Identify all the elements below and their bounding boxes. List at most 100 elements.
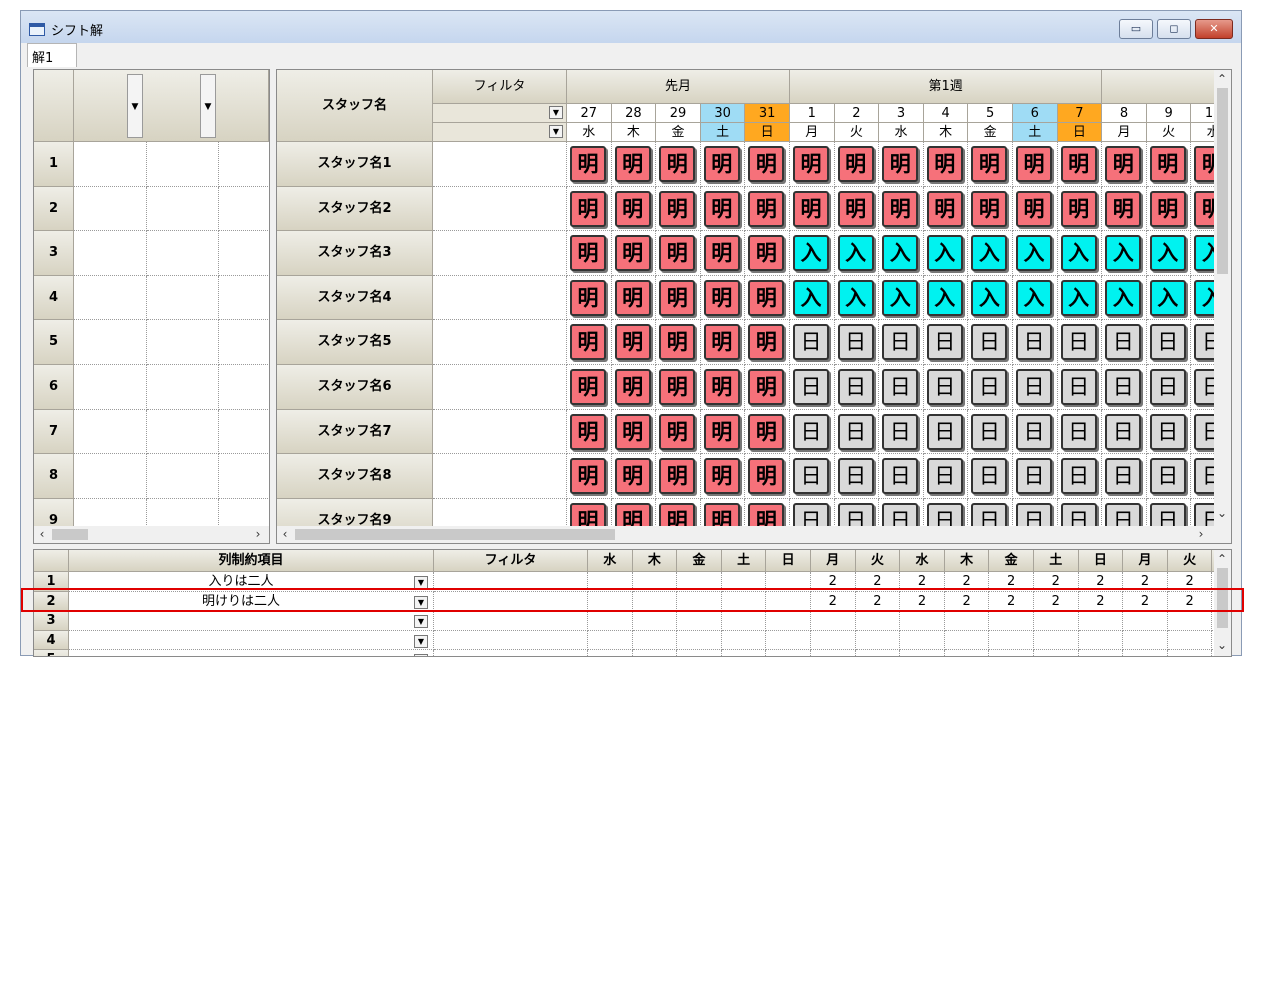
constraint-value-cell[interactable] (944, 611, 990, 631)
shift-cell[interactable]: 日 (1013, 454, 1058, 499)
constraint-value-cell[interactable] (1123, 650, 1168, 656)
shift-badge[interactable]: 日 (837, 369, 874, 405)
shift-cell[interactable]: 日 (1057, 409, 1103, 455)
shift-badge[interactable]: 日 (1149, 369, 1186, 405)
shift-badge[interactable]: 明 (703, 235, 740, 272)
shift-badge[interactable]: 明 (1060, 190, 1097, 227)
info-cell[interactable] (146, 231, 219, 276)
shift-badge[interactable]: 明 (614, 146, 651, 182)
shift-cell[interactable]: 明 (1102, 142, 1147, 187)
constraint-value-cell[interactable] (1168, 650, 1213, 656)
info-cell[interactable] (74, 142, 147, 187)
shift-cell[interactable]: 日 (923, 454, 969, 499)
scrollbar-thumb[interactable] (52, 529, 88, 540)
shift-badge[interactable]: 日 (1060, 324, 1097, 361)
shift-cell[interactable]: 明 (879, 186, 924, 232)
constraint-value-cell[interactable] (722, 650, 767, 656)
shift-cell[interactable]: 明 (745, 186, 790, 232)
shift-badge[interactable]: 明 (614, 324, 651, 361)
shift-badge[interactable]: 日 (1105, 324, 1142, 361)
constraint-value-cell[interactable] (811, 611, 856, 631)
constraint-value-cell[interactable] (856, 650, 901, 656)
shift-cell[interactable]: 日 (1013, 320, 1058, 365)
shift-badge[interactable]: 日 (1016, 369, 1052, 405)
shift-badge[interactable]: 明 (614, 190, 651, 227)
shift-badge[interactable]: 入 (837, 235, 874, 272)
constraint-value-cell[interactable] (677, 630, 722, 651)
shift-cell[interactable]: 日 (879, 454, 924, 499)
shift-badge[interactable]: 入 (1105, 235, 1142, 272)
info-cell[interactable] (74, 409, 147, 455)
constraint-value-cell[interactable] (1034, 630, 1079, 651)
shift-cell[interactable]: 明 (567, 320, 612, 365)
shift-badge[interactable]: 入 (793, 279, 829, 316)
shift-badge[interactable]: 入 (971, 235, 1008, 272)
constraint-item-dropdown[interactable]: ▼ (414, 654, 428, 656)
shift-cell[interactable]: 日 (923, 365, 969, 410)
shift-cell[interactable]: 明 (567, 365, 612, 410)
shift-badge[interactable]: 明 (614, 369, 651, 405)
shift-cell[interactable]: 明 (656, 365, 701, 410)
staff-name-cell[interactable]: スタッフ名5 (277, 320, 433, 365)
shift-badge[interactable]: 日 (1149, 324, 1186, 361)
constraint-value-cell[interactable] (900, 650, 945, 656)
scroll-left-icon[interactable]: ‹ (279, 527, 291, 541)
constraint-value-cell[interactable] (811, 630, 856, 651)
roster-horizontal-scrollbar[interactable]: ‹ › (277, 526, 1214, 543)
shift-badge[interactable]: 日 (793, 324, 829, 361)
constraint-value-cell[interactable] (1123, 611, 1168, 631)
shift-cell[interactable]: 明 (1057, 142, 1103, 187)
info-cell[interactable] (74, 454, 147, 499)
shift-cell[interactable]: 明 (656, 320, 701, 365)
shift-badge[interactable]: 入 (1060, 279, 1097, 316)
title-bar[interactable]: シフト解 ▭ ◻ ✕ (21, 11, 1241, 43)
filter-cell[interactable] (433, 186, 567, 232)
shift-cell[interactable]: 入 (1013, 231, 1058, 276)
shift-badge[interactable]: 日 (1016, 324, 1052, 361)
shift-badge[interactable]: 明 (570, 235, 606, 272)
staff-name-cell[interactable]: スタッフ名2 (277, 186, 433, 232)
shift-cell[interactable]: 入 (834, 275, 880, 321)
shift-badge[interactable]: 日 (926, 458, 963, 495)
info-cell[interactable] (74, 186, 147, 232)
shift-cell[interactable]: 入 (790, 231, 835, 276)
shift-badge[interactable]: 日 (1060, 369, 1097, 405)
info-cell[interactable] (146, 454, 219, 499)
shift-badge[interactable]: 日 (1149, 413, 1186, 450)
shift-badge[interactable]: 日 (1060, 458, 1097, 495)
scroll-up-icon[interactable]: ⌃ (1216, 72, 1228, 86)
shift-cell[interactable]: 日 (968, 365, 1013, 410)
constraint-value-cell[interactable] (766, 630, 811, 651)
info-cell[interactable] (146, 365, 219, 410)
shift-badge[interactable]: 明 (1149, 190, 1186, 227)
info-cell[interactable] (219, 320, 269, 365)
shift-badge[interactable]: 明 (1060, 146, 1097, 182)
shift-cell[interactable]: 入 (1146, 231, 1192, 276)
constraint-value-cell[interactable] (632, 611, 678, 631)
shift-cell[interactable]: 日 (879, 365, 924, 410)
constraint-value-cell[interactable] (900, 611, 945, 631)
shift-badge[interactable]: 日 (882, 413, 919, 450)
shift-badge[interactable]: 入 (837, 279, 874, 316)
info-cell[interactable] (74, 320, 147, 365)
shift-badge[interactable]: 明 (659, 146, 696, 182)
shift-cell[interactable]: 日 (1013, 409, 1058, 455)
shift-badge[interactable]: 日 (793, 458, 829, 495)
shift-cell[interactable]: 入 (1013, 275, 1058, 321)
shift-cell[interactable]: 明 (567, 231, 612, 276)
shift-cell[interactable]: 明 (611, 454, 657, 499)
shift-cell[interactable]: 明 (745, 454, 790, 499)
shift-badge[interactable]: 明 (882, 190, 919, 227)
shift-badge[interactable]: 明 (837, 190, 874, 227)
shift-cell[interactable]: 明 (968, 186, 1013, 232)
shift-badge[interactable]: 日 (971, 458, 1008, 495)
shift-cell[interactable]: 明 (700, 365, 746, 410)
constraint-value-cell[interactable] (1123, 630, 1168, 651)
shift-badge[interactable]: 明 (570, 369, 606, 405)
info-cell[interactable] (74, 231, 147, 276)
shift-cell[interactable]: 明 (1102, 186, 1147, 232)
roster-vertical-scrollbar[interactable]: ⌃ ⌄ (1214, 70, 1231, 543)
shift-cell[interactable]: 明 (567, 454, 612, 499)
shift-badge[interactable]: 入 (1149, 235, 1186, 272)
shift-cell[interactable]: 明 (1013, 186, 1058, 232)
